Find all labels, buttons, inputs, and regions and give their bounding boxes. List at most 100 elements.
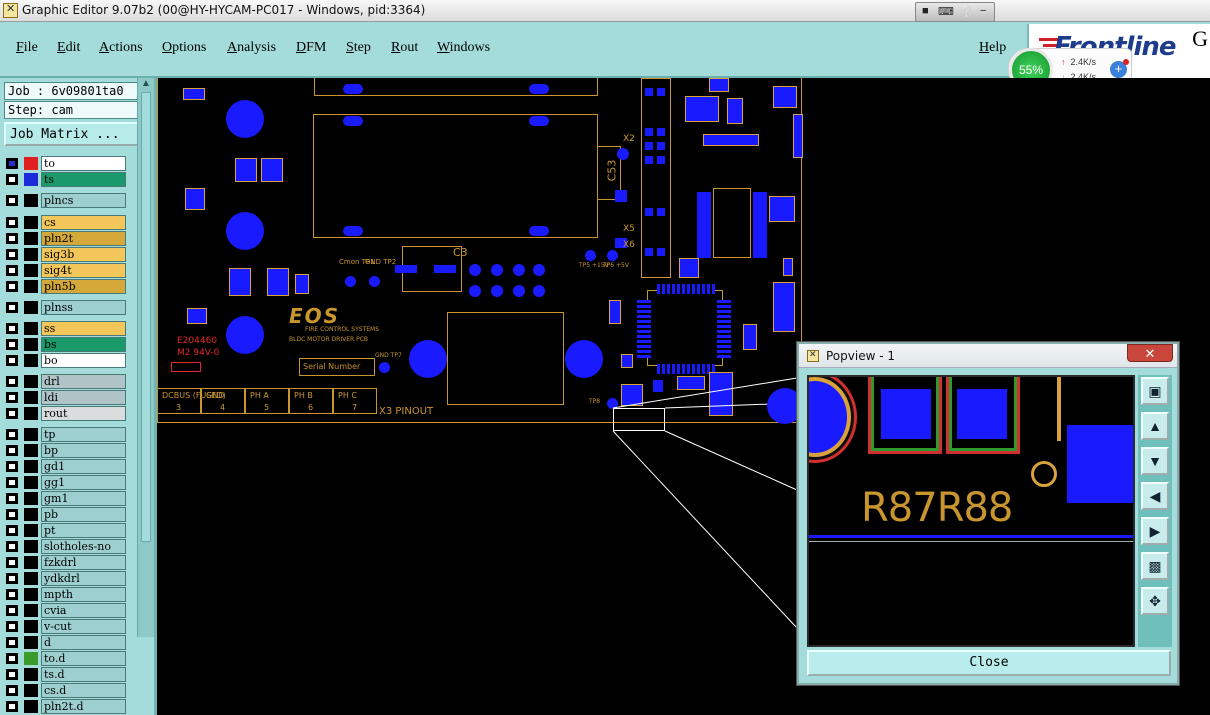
menu-step[interactable]: Step [346,40,371,56]
layer-color-swatch[interactable] [24,604,38,617]
layer-color-swatch[interactable] [24,700,38,713]
popview-close-button[interactable]: Close [807,650,1171,676]
layer-row-drl[interactable]: drl [4,374,126,389]
layer-checkbox[interactable] [6,174,18,185]
layer-color-swatch[interactable] [24,232,38,245]
layer-checkbox[interactable] [6,233,18,244]
layer-color-swatch[interactable] [24,216,38,229]
layer-row-bo[interactable]: bo [4,353,126,368]
layer-color-swatch[interactable] [24,588,38,601]
layer-row-ldi[interactable]: ldi [4,390,126,405]
layer-name[interactable]: sig4t [41,263,126,278]
layer-name[interactable]: bo [41,353,126,368]
layer-row-bp[interactable]: bp [4,443,126,458]
pan-left-icon[interactable]: ◀ [1141,482,1169,510]
layer-checkbox[interactable] [6,339,18,350]
layer-name[interactable]: gd1 [41,459,126,474]
layer-row-v-cut[interactable]: v-cut [4,619,126,634]
layer-color-swatch[interactable] [24,248,38,261]
scroll-up-icon[interactable]: ▲ [141,78,151,89]
popview-close-icon[interactable]: ✕ [1127,344,1173,362]
layer-row-to.d[interactable]: to.d [4,651,126,666]
layer-color-swatch[interactable] [24,540,38,553]
layer-checkbox[interactable] [6,323,18,334]
layer-color-swatch[interactable] [24,264,38,277]
layer-name[interactable]: ldi [41,390,126,405]
layer-color-swatch[interactable] [24,508,38,521]
layer-checkbox[interactable] [6,685,18,696]
layer-row-d[interactable]: d [4,635,126,650]
layer-checkbox[interactable] [6,493,18,504]
layer-checkbox[interactable] [6,392,18,403]
layer-row-slotholes-no[interactable]: slotholes-no [4,539,126,554]
layer-checkbox[interactable] [6,509,18,520]
layer-name[interactable]: pln5b [41,279,126,294]
layer-name[interactable]: bp [41,443,126,458]
layer-checkbox[interactable] [6,249,18,260]
layer-color-swatch[interactable] [24,444,38,457]
layer-name[interactable]: to [41,156,126,171]
layer-color-swatch[interactable] [24,652,38,665]
layer-row-gd1[interactable]: gd1 [4,459,126,474]
layer-name[interactable]: ss [41,321,126,336]
layer-name[interactable]: d [41,635,126,650]
layer-checkbox[interactable] [6,525,18,536]
layer-row-sig4t[interactable]: sig4t [4,263,126,278]
layer-checkbox[interactable] [6,429,18,440]
window-controls[interactable]: ■ ⌨ ❔ − [915,2,995,22]
layer-color-swatch[interactable] [24,556,38,569]
job-matrix-button[interactable]: Job Matrix ... [4,122,152,146]
layer-row-rout[interactable]: rout [4,406,126,421]
layer-row-mpth[interactable]: mpth [4,587,126,602]
layer-row-gg1[interactable]: gg1 [4,475,126,490]
layer-checkbox[interactable] [6,589,18,600]
layer-row-fzkdrl[interactable]: fzkdrl [4,555,126,570]
layer-row-ydkdrl[interactable]: ydkdrl [4,571,126,586]
layer-color-swatch[interactable] [24,194,38,207]
layer-name[interactable]: pln2t.d [41,699,126,714]
layer-checkbox[interactable] [6,355,18,366]
layer-row-pb[interactable]: pb [4,507,126,522]
menu-rout[interactable]: Rout [391,40,418,56]
layer-name[interactable]: gm1 [41,491,126,506]
menu-help[interactable]: Help [979,40,1006,56]
layer-row-sig3b[interactable]: sig3b [4,247,126,262]
layer-checkbox[interactable] [6,158,18,169]
layer-checkbox[interactable] [6,573,18,584]
layer-row-bs[interactable]: bs [4,337,126,352]
layer-name[interactable]: pb [41,507,126,522]
zoom-window-icon[interactable]: ▣ [1141,377,1169,405]
layer-row-cs[interactable]: cs [4,215,126,230]
layer-row-pln2t[interactable]: pln2t [4,231,126,246]
layer-name[interactable]: ts.d [41,667,126,682]
layer-color-swatch[interactable] [24,173,38,186]
layer-checkbox[interactable] [6,557,18,568]
layer-color-swatch[interactable] [24,684,38,697]
layer-row-ss[interactable]: ss [4,321,126,336]
layer-checkbox[interactable] [6,281,18,292]
pan-right-icon[interactable]: ▶ [1141,517,1169,545]
layer-name[interactable]: slotholes-no [41,539,126,554]
layer-color-swatch[interactable] [24,460,38,473]
layer-color-swatch[interactable] [24,428,38,441]
layer-checkbox[interactable] [6,265,18,276]
layer-checkbox[interactable] [6,217,18,228]
layer-color-swatch[interactable] [24,668,38,681]
layer-color-swatch[interactable] [24,620,38,633]
layer-color-swatch[interactable] [24,524,38,537]
layer-name[interactable]: gg1 [41,475,126,490]
layer-name[interactable]: to.d [41,651,126,666]
layer-name[interactable]: tp [41,427,126,442]
layer-checkbox[interactable] [6,461,18,472]
layer-name[interactable]: pln2t [41,231,126,246]
layer-row-ts.d[interactable]: ts.d [4,667,126,682]
layer-checkbox[interactable] [6,541,18,552]
menu-analysis[interactable]: Analysis [227,40,276,56]
menu-windows[interactable]: Windows [437,40,490,56]
layer-row-pt[interactable]: pt [4,523,126,538]
layer-row-tp[interactable]: tp [4,427,126,442]
menu-dfm[interactable]: DFM [296,40,326,56]
layer-color-swatch[interactable] [24,572,38,585]
layer-row-cvia[interactable]: cvia [4,603,126,618]
pan-up-icon[interactable]: ▲ [1141,412,1169,440]
